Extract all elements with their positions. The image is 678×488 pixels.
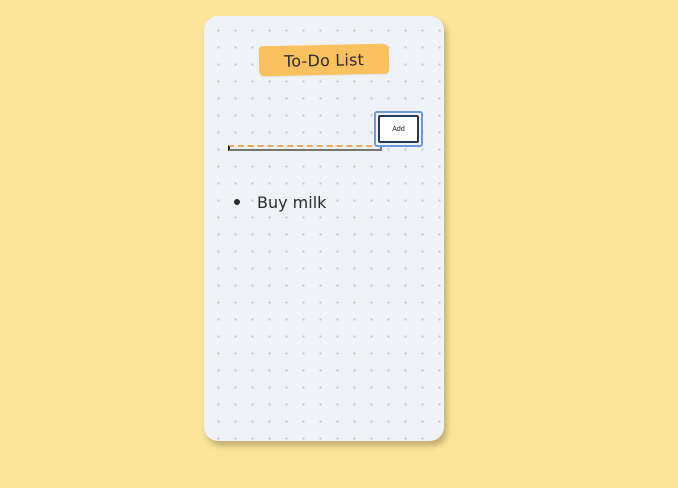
title-banner: To-Do List <box>258 43 390 77</box>
todo-input[interactable] <box>228 145 382 151</box>
todo-list: Buy milk <box>230 188 430 216</box>
list-item[interactable]: Buy milk <box>230 188 430 216</box>
bullet-icon <box>234 199 240 205</box>
todo-item-text: Buy milk <box>257 192 327 212</box>
add-button[interactable]: Add <box>374 111 423 147</box>
page-title: To-Do List <box>283 49 365 71</box>
todo-card: To-Do List Add Buy milk <box>204 16 444 441</box>
add-button-label: Add <box>378 115 419 143</box>
